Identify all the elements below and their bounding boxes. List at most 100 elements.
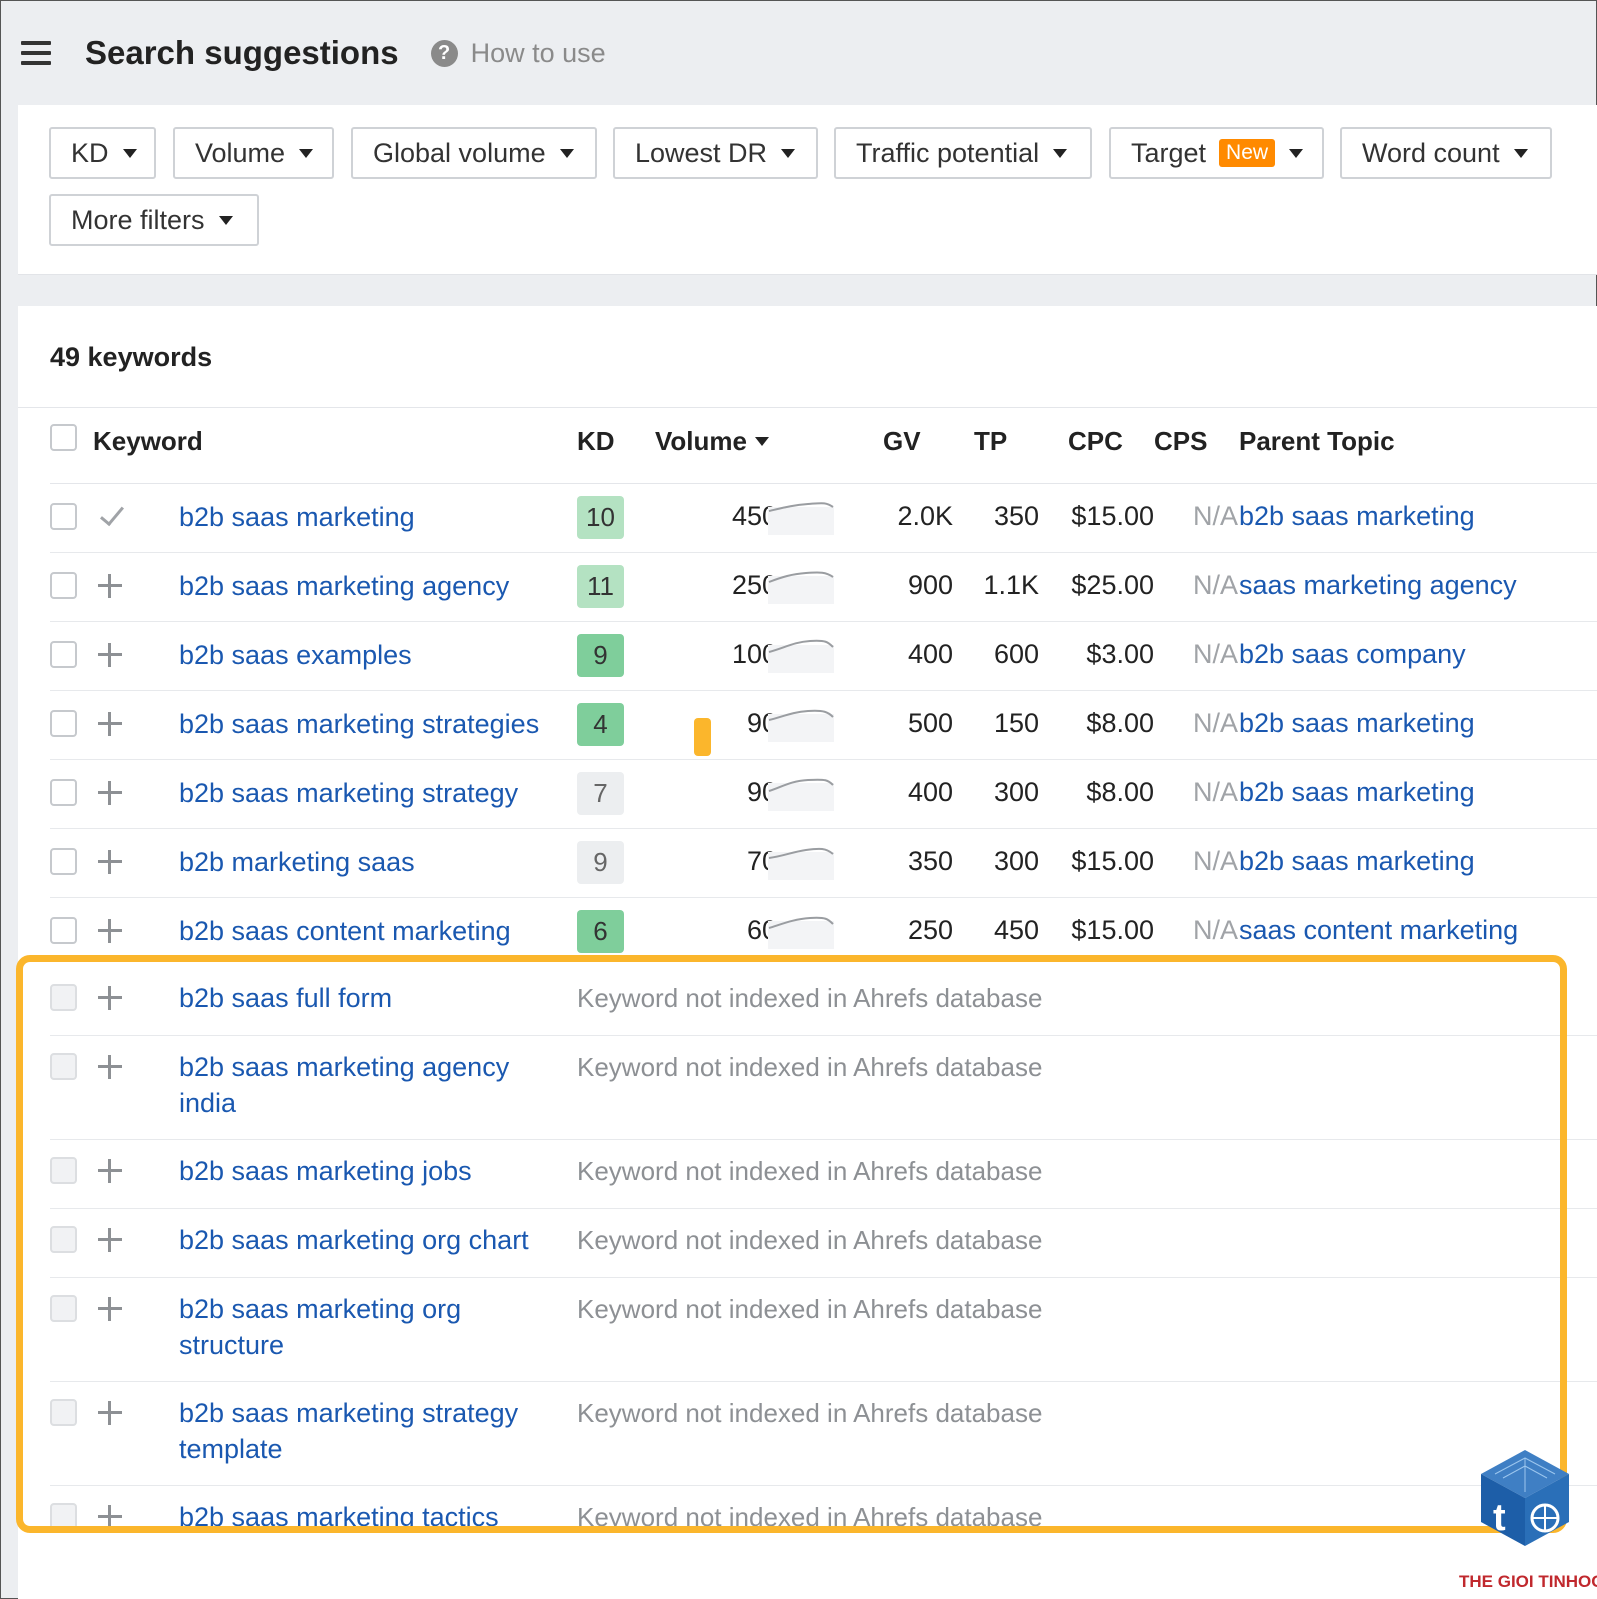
sort-desc-icon [754, 437, 769, 446]
parent-topic-link[interactable]: b2b saas marketing [1239, 708, 1475, 739]
cps-value: N/A [1192, 639, 1238, 669]
row-checkbox[interactable] [50, 1226, 77, 1253]
keyword-line: b2b saas marketing tactics [179, 1502, 499, 1532]
parent-topic-link[interactable]: saas marketing agency [1239, 570, 1517, 601]
add-keyword-plus-icon[interactable] [96, 1503, 124, 1531]
filters-panel: KD Volume Global volume Lowest DR Traffi… [18, 105, 1597, 275]
check-icon[interactable] [96, 502, 126, 530]
row-checkbox[interactable] [50, 984, 77, 1011]
column-header-gv[interactable]: GV [883, 426, 921, 457]
not-indexed-message: Keyword not indexed in Ahrefs database [577, 983, 1043, 1013]
column-header-keyword[interactable]: Keyword [93, 426, 203, 457]
keyword-link[interactable]: b2b saas marketing org chart [179, 1222, 529, 1258]
gv-value: 400 [907, 639, 953, 669]
keyword-link[interactable]: b2b saas marketing agency [179, 568, 509, 604]
parent-topic-link[interactable]: b2b saas company [1239, 639, 1466, 670]
column-header-volume[interactable]: Volume [655, 426, 769, 457]
parent-topic-link[interactable]: b2b saas marketing [1239, 777, 1475, 808]
gv-value: 500 [907, 708, 953, 738]
add-keyword-plus-icon[interactable] [96, 984, 124, 1012]
row-checkbox[interactable] [50, 1053, 77, 1080]
filter-volume[interactable]: Volume [173, 127, 334, 179]
add-keyword-plus-icon[interactable] [96, 1295, 124, 1323]
add-keyword-plus-icon[interactable] [96, 779, 124, 807]
volume-trend-sparkline [768, 916, 834, 949]
not-indexed-message: Keyword not indexed in Ahrefs database [577, 1052, 1043, 1082]
row-checkbox[interactable] [50, 710, 77, 737]
keyword-link[interactable]: b2b saas full form [179, 980, 392, 1016]
keyword-link[interactable]: b2b saas marketing org structure [179, 1291, 461, 1363]
add-keyword-plus-icon[interactable] [96, 917, 124, 945]
add-keyword-plus-icon[interactable] [96, 848, 124, 876]
add-keyword-plus-icon[interactable] [96, 1157, 124, 1185]
row-checkbox[interactable] [50, 1399, 77, 1426]
row-checkbox[interactable] [50, 848, 77, 875]
add-keyword-plus-icon[interactable] [96, 1226, 124, 1254]
gv-value: 400 [907, 777, 953, 807]
filter-kd[interactable]: KD [49, 127, 156, 179]
page-title: Search suggestions [85, 34, 399, 71]
row-checkbox[interactable] [50, 779, 77, 806]
not-indexed-message: Keyword not indexed in Ahrefs database [577, 1502, 1043, 1532]
keyword-link[interactable]: b2b saas marketing [179, 499, 415, 535]
column-header-parent-topic[interactable]: Parent Topic [1239, 426, 1395, 457]
watermark-text: THE GIOI TINHOC [1459, 1572, 1597, 1591]
row-checkbox[interactable] [50, 572, 77, 599]
row-checkbox[interactable] [50, 917, 77, 944]
table-row: b2b saas marketing 10 450 2.0K 350 $15.0… [50, 484, 1597, 553]
add-keyword-plus-icon[interactable] [96, 1399, 124, 1427]
caret-down-icon [781, 148, 796, 158]
row-checkbox[interactable] [50, 1157, 77, 1184]
keyword-link[interactable]: b2b saas marketing tactics [179, 1499, 499, 1535]
cps-value: N/A [1192, 846, 1238, 876]
parent-topic-link[interactable]: b2b saas marketing [1239, 846, 1475, 877]
select-all-checkbox[interactable] [50, 424, 77, 451]
column-header-volume-label: Volume [655, 426, 747, 456]
cps-value: N/A [1192, 777, 1238, 807]
how-to-use-link[interactable]: ? How to use [430, 38, 606, 69]
cpc-value: $15.00 [1071, 846, 1154, 876]
filter-label: Target [1131, 137, 1207, 168]
column-header-cpc[interactable]: CPC [1068, 426, 1123, 457]
kd-badge: 9 [577, 634, 624, 677]
keyword-link[interactable]: b2b saas examples [179, 637, 412, 673]
keyword-link[interactable]: b2b saas content marketing [179, 913, 511, 949]
help-icon: ? [430, 39, 458, 67]
filter-traffic-potential[interactable]: Traffic potential [834, 127, 1092, 179]
add-keyword-plus-icon[interactable] [96, 1053, 124, 1081]
keyword-link[interactable]: b2b saas marketing strategies [179, 706, 539, 742]
not-indexed-message: Keyword not indexed in Ahrefs database [577, 1294, 1043, 1324]
table-row: b2b saas marketing strategies 4 90 500 1… [50, 691, 1597, 760]
parent-topic-link[interactable]: b2b saas marketing [1239, 501, 1475, 532]
cpc-value: $3.00 [1086, 639, 1154, 669]
tp-value: 350 [993, 501, 1039, 531]
filter-word-count[interactable]: Word count [1340, 127, 1552, 179]
keyword-link[interactable]: b2b saas marketing strategy template [179, 1395, 518, 1467]
add-keyword-plus-icon[interactable] [96, 641, 124, 669]
parent-topic-link[interactable]: saas content marketing [1239, 915, 1518, 946]
kd-badge: 11 [577, 565, 624, 608]
cpc-value: $15.00 [1071, 501, 1154, 531]
filter-lowest-dr[interactable]: Lowest DR [613, 127, 818, 179]
keyword-link[interactable]: b2b saas marketing strategy [179, 775, 518, 811]
filter-label: Word count [1362, 137, 1500, 168]
filter-target[interactable]: Target New [1109, 127, 1324, 179]
menu-icon[interactable] [21, 41, 51, 65]
filter-global-volume[interactable]: Global volume [351, 127, 597, 179]
keyword-link[interactable]: b2b saas marketing agency india [179, 1049, 509, 1121]
more-filters-button[interactable]: More filters [49, 194, 259, 246]
keyword-link[interactable]: b2b saas marketing jobs [179, 1153, 472, 1189]
column-header-cps[interactable]: CPS [1154, 426, 1207, 457]
table-row-not-indexed: b2b saas marketing org chart Keyword not… [50, 1209, 1597, 1278]
row-checkbox[interactable] [50, 1503, 77, 1530]
table-row: b2b saas content marketing 6 60 250 450 … [50, 898, 1597, 967]
add-keyword-plus-icon[interactable] [96, 572, 124, 600]
column-header-kd[interactable]: KD [577, 426, 615, 457]
add-keyword-plus-icon[interactable] [96, 710, 124, 738]
row-checkbox[interactable] [50, 1295, 77, 1322]
column-header-tp[interactable]: TP [974, 426, 1007, 457]
tp-value: 150 [993, 708, 1039, 738]
keyword-link[interactable]: b2b marketing saas [179, 844, 415, 880]
row-checkbox[interactable] [50, 641, 77, 668]
row-checkbox[interactable] [50, 503, 77, 530]
